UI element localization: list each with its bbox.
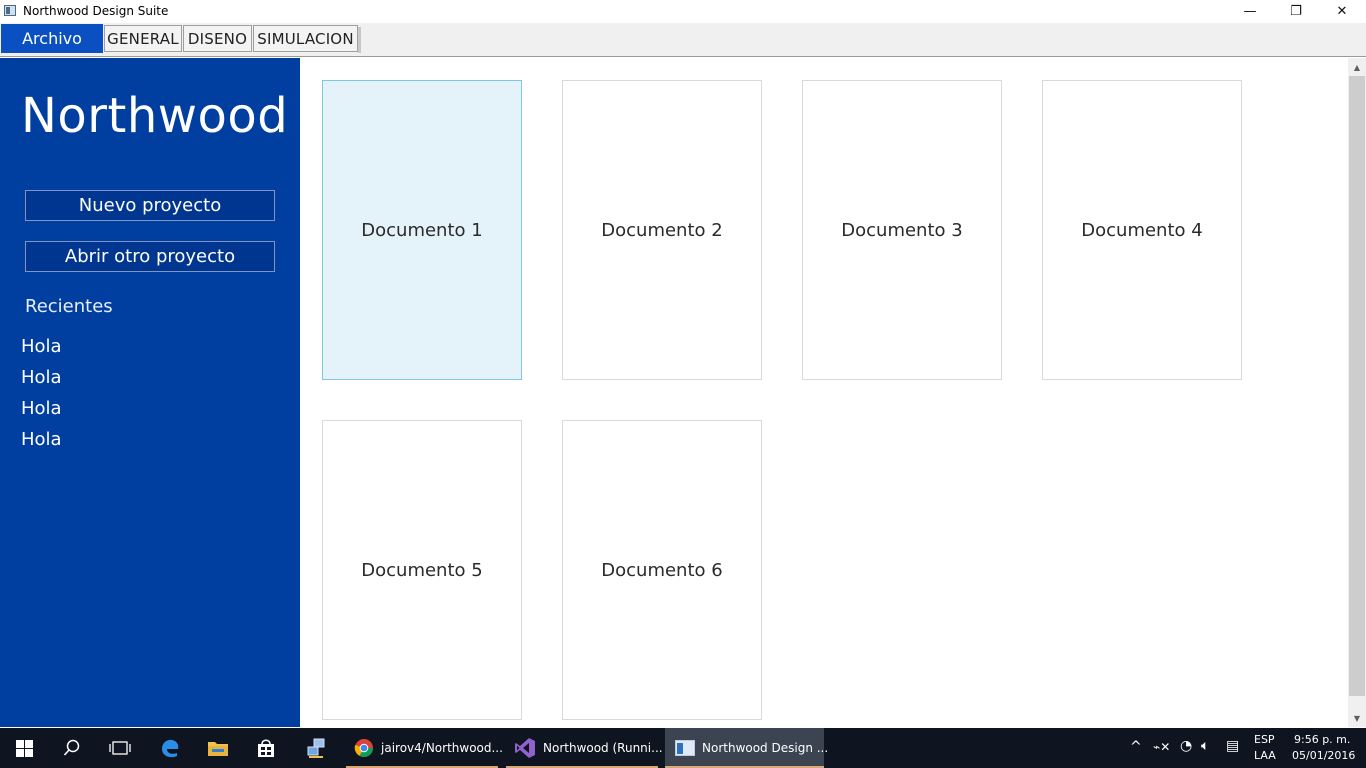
taskbar-app-northwood[interactable]: Northwood Design ...: [665, 728, 828, 768]
scroll-down-arrow-icon[interactable]: ▼: [1348, 709, 1366, 727]
taskbar-app-chrome[interactable]: jairov4/Northwood...: [346, 728, 503, 768]
app-icon: [4, 5, 16, 16]
recent-item[interactable]: Hola: [21, 367, 62, 388]
tab-diseno[interactable]: DISENO: [183, 25, 252, 52]
document-card-2[interactable]: Documento 2: [562, 80, 762, 380]
visual-studio-icon: [514, 737, 536, 759]
title-bar: Northwood Design Suite — ❐ ✕: [0, 0, 1366, 23]
tab-shadow: [358, 27, 361, 53]
document-card-4[interactable]: Documento 4: [1042, 80, 1242, 380]
chrome-icon: [354, 738, 374, 758]
windows-start-icon[interactable]: [0, 728, 48, 768]
new-project-button[interactable]: Nuevo proyecto: [25, 190, 275, 221]
taskbar: jairov4/Northwood... Northwood (Runni...…: [0, 728, 1366, 768]
wifi-icon[interactable]: ◔: [1180, 738, 1192, 754]
language-line-1[interactable]: ESP: [1254, 733, 1275, 746]
task-view-icon[interactable]: [96, 728, 144, 768]
scroll-up-arrow-icon[interactable]: ▲: [1348, 58, 1366, 76]
edge-browser-icon[interactable]: [146, 728, 194, 768]
document-card-1[interactable]: Documento 1: [322, 80, 522, 380]
document-card-6[interactable]: Documento 6: [562, 420, 762, 720]
recent-item[interactable]: Hola: [21, 429, 62, 450]
scroll-thumb[interactable]: [1349, 76, 1365, 696]
power-cable-icon[interactable]: ⌁✕: [1153, 740, 1170, 754]
chevron-up-icon[interactable]: ^: [1130, 739, 1142, 755]
taskbar-app-label: jairov4/Northwood...: [381, 741, 503, 755]
tab-simulacion[interactable]: SIMULACION: [253, 25, 358, 52]
language-line-2[interactable]: LAA: [1254, 749, 1276, 762]
clock-date[interactable]: 05/01/2016: [1292, 749, 1355, 762]
recent-heading: Recientes: [25, 296, 113, 317]
tab-general[interactable]: GENERAL: [104, 25, 182, 52]
restore-button[interactable]: ❐: [1273, 0, 1319, 23]
sidebar: Northwood Nuevo proyecto Abrir otro proy…: [0, 58, 300, 727]
close-button[interactable]: ✕: [1319, 0, 1365, 23]
northwood-app-icon: [675, 740, 695, 756]
documents-panel: Documento 1 Documento 2 Documento 3 Docu…: [300, 58, 1348, 727]
taskbar-app-label: Northwood (Runni...: [543, 741, 663, 755]
file-explorer-icon[interactable]: [194, 728, 242, 768]
recent-item[interactable]: Hola: [21, 336, 62, 357]
taskbar-app-label: Northwood Design ...: [702, 741, 829, 755]
taskbar-app-visual-studio[interactable]: Northwood (Runni...: [506, 728, 663, 768]
notifications-icon[interactable]: ▤: [1226, 738, 1239, 754]
volume-icon[interactable]: 🔈︎: [1201, 738, 1209, 754]
open-project-button[interactable]: Abrir otro proyecto: [25, 241, 275, 272]
search-icon[interactable]: [48, 728, 96, 768]
window-title: Northwood Design Suite: [23, 4, 169, 18]
brand-title: Northwood: [21, 88, 289, 144]
recent-item[interactable]: Hola: [21, 398, 62, 419]
store-icon[interactable]: [242, 728, 290, 768]
minimize-button[interactable]: —: [1227, 0, 1273, 23]
document-card-5[interactable]: Documento 5: [322, 420, 522, 720]
menu-bar: Archivo GENERAL DISENO SIMULACION: [0, 23, 1366, 57]
clock-time[interactable]: 9:56 p. m.: [1294, 733, 1350, 746]
tab-archivo[interactable]: Archivo: [1, 24, 103, 53]
network-app-icon[interactable]: [292, 728, 340, 768]
document-card-3[interactable]: Documento 3: [802, 80, 1002, 380]
vertical-scrollbar[interactable]: ▲ ▼: [1348, 58, 1366, 727]
